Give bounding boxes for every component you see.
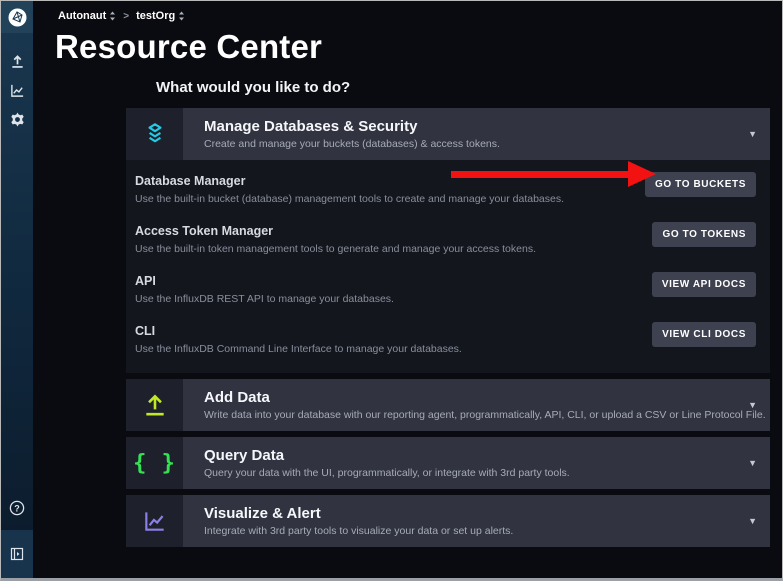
chevron-down-icon[interactable]: ▼ xyxy=(748,516,757,526)
upload-icon xyxy=(126,379,183,431)
breadcrumb: Autonaut > testOrg xyxy=(58,10,782,22)
breadcrumb-separator: > xyxy=(123,11,129,22)
row-cli: CLI Use the InfluxDB Command Line Interf… xyxy=(126,315,770,365)
card-visualize-alert-header[interactable]: Visualize & Alert Integrate with 3rd par… xyxy=(126,495,770,547)
breadcrumb-org-label: Autonaut xyxy=(58,10,106,22)
breadcrumb-suborg-label: testOrg xyxy=(136,10,175,22)
page-subtitle: What would you like to do? xyxy=(156,79,770,96)
card-title: Query Data xyxy=(204,447,570,464)
card-header-main: Query Data Query your data with the UI, … xyxy=(183,437,770,489)
card-header-main: Manage Databases & Security Create and m… xyxy=(183,108,770,160)
card-add-data-header[interactable]: Add Data Write data into your database w… xyxy=(126,379,770,431)
expand-panel-icon[interactable] xyxy=(1,530,33,578)
card-manage-databases: Manage Databases & Security Create and m… xyxy=(126,108,770,373)
breadcrumb-org[interactable]: Autonaut xyxy=(58,10,116,22)
graph-icon[interactable] xyxy=(9,82,25,98)
sidebar-nav xyxy=(9,53,25,127)
row-access-token-manager: Access Token Manager Use the built-in to… xyxy=(126,215,770,265)
sort-caret-icon[interactable] xyxy=(178,11,185,21)
card-title: Manage Databases & Security xyxy=(204,118,500,135)
line-chart-icon xyxy=(126,495,183,547)
main-content: Autonaut > testOrg Resource Center What … xyxy=(33,1,782,578)
red-arrow-annotation xyxy=(451,171,628,178)
card-description: Query your data with the UI, programmati… xyxy=(204,467,570,479)
layers-icon xyxy=(126,108,183,160)
help-icon[interactable]: ? xyxy=(9,498,25,530)
page-title: Resource Center xyxy=(55,28,782,66)
card-title: Visualize & Alert xyxy=(204,505,513,522)
app-window: ? Autonaut > testOrg xyxy=(0,0,783,581)
card-description: Write data into your database with our r… xyxy=(204,409,766,421)
sidebar-bottom: ? xyxy=(1,498,33,578)
view-cli-docs-button[interactable]: VIEW CLI DOCS xyxy=(652,322,756,347)
card-header-main: Add Data Write data into your database w… xyxy=(183,379,770,431)
card-add-data: Add Data Write data into your database w… xyxy=(126,379,770,431)
row-api: API Use the InfluxDB REST API to manage … xyxy=(126,265,770,315)
card-query-data: { } Query Data Query your data with the … xyxy=(126,437,770,489)
go-to-buckets-button[interactable]: GO TO BUCKETS xyxy=(645,172,756,197)
card-title: Add Data xyxy=(204,389,766,406)
gear-icon[interactable] xyxy=(9,111,25,127)
svg-text:?: ? xyxy=(14,503,20,513)
sort-caret-icon[interactable] xyxy=(109,11,116,21)
influxdb-logo[interactable] xyxy=(1,1,33,33)
card-description: Create and manage your buckets (database… xyxy=(204,138,500,150)
chevron-down-icon[interactable]: ▼ xyxy=(748,458,757,468)
card-query-data-header[interactable]: { } Query Data Query your data with the … xyxy=(126,437,770,489)
breadcrumb-suborg[interactable]: testOrg xyxy=(136,10,185,22)
chevron-down-icon[interactable]: ▼ xyxy=(748,400,757,410)
card-manage-databases-header[interactable]: Manage Databases & Security Create and m… xyxy=(126,108,770,160)
go-to-tokens-button[interactable]: GO TO TOKENS xyxy=(652,222,756,247)
view-api-docs-button[interactable]: VIEW API DOCS xyxy=(652,272,756,297)
sidebar: ? xyxy=(1,1,33,578)
card-header-main: Visualize & Alert Integrate with 3rd par… xyxy=(183,495,770,547)
upload-icon[interactable] xyxy=(9,53,25,69)
card-visualize-alert: Visualize & Alert Integrate with 3rd par… xyxy=(126,495,770,547)
resource-center-panel: What would you like to do? Manage Databa… xyxy=(126,79,770,547)
card-manage-databases-body: Database Manager Use the built-in bucket… xyxy=(126,160,770,373)
chevron-down-icon[interactable]: ▼ xyxy=(748,129,757,139)
card-description: Integrate with 3rd party tools to visual… xyxy=(204,525,513,537)
row-database-manager: Database Manager Use the built-in bucket… xyxy=(126,165,770,215)
braces-icon: { } xyxy=(126,437,183,489)
